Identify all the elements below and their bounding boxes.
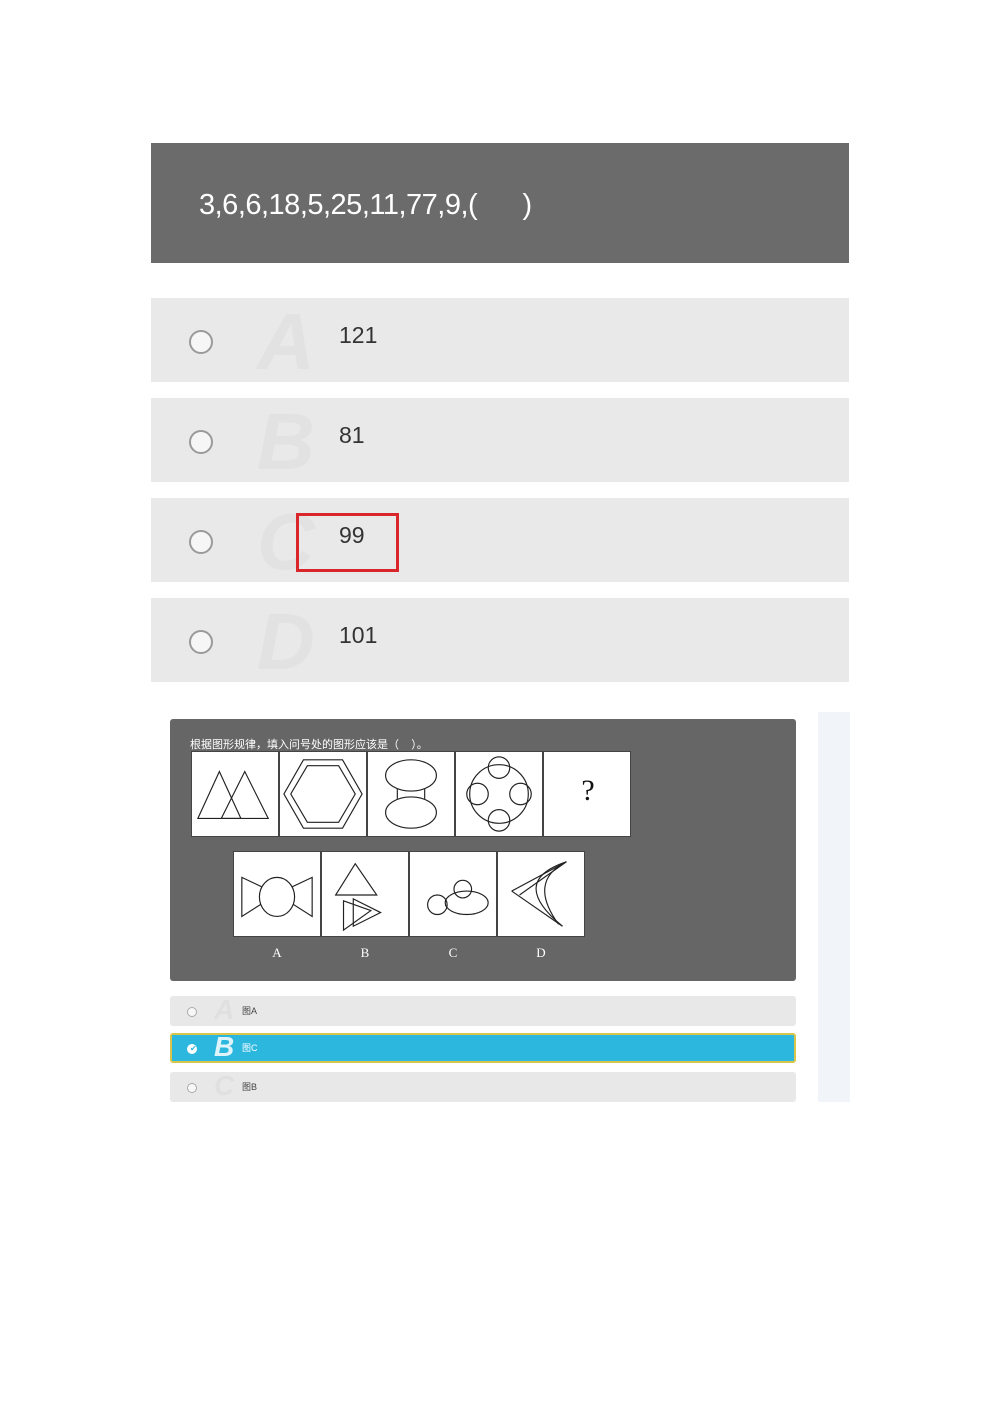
circles-ellipse-icon [409,851,497,937]
option-letter: B [257,397,315,486]
triangles-stack-icon [321,851,409,937]
bowtie-circle-icon [233,851,321,937]
answer-label: A [272,945,282,960]
radio-button-checked[interactable]: ✔ [187,1044,197,1054]
check-icon: ✔ [190,1044,197,1053]
option-c[interactable]: C 图B [170,1070,796,1102]
option-letter: C [214,1070,235,1101]
option-letter: A [214,994,235,1025]
option-d[interactable]: D 101 [151,597,849,686]
radio-button[interactable] [189,330,213,354]
two-overlapping-triangles-icon [191,751,279,837]
option-text: 图B [242,1082,258,1092]
answer-label: C [448,945,458,960]
question-mark-cell: ? [543,751,631,837]
side-strip [818,712,850,1102]
option-b-selected[interactable]: ✔ B 图C [170,1031,796,1063]
radio-button[interactable] [189,630,213,654]
circle-with-four-circles-icon [455,751,543,837]
option-letter: D [257,597,315,686]
option-text: 图A [242,1006,258,1016]
radio-button[interactable] [189,530,213,554]
answer-highlight-box [296,513,399,572]
option-letter: B [214,1031,235,1062]
answer-label: B [360,945,370,960]
option-c[interactable]: C 99 [151,498,849,584]
option-a[interactable]: A 图A [170,994,796,1026]
option-text: 图C [242,1043,258,1053]
radio-button[interactable] [187,1083,197,1093]
answer-label: D [536,945,546,960]
hexagon-in-hexagon-icon [279,751,367,837]
two-ellipses-icon [367,751,455,837]
option-value: 101 [339,622,378,648]
option-a[interactable]: A 121 [151,297,849,386]
question-mark: ? [581,774,595,807]
question-header: 3,6,6,18,5,25,11,77,9,( ) [151,143,849,263]
option-b[interactable]: B 81 [151,397,849,486]
option-value: 81 [339,422,365,448]
question-text: 根据图形规律，填入问号处的图形应该是（ ）。 [190,739,428,751]
option-letter: A [257,297,315,386]
question-text: 3,6,6,18,5,25,11,77,9,( ) [199,189,532,221]
radio-button[interactable] [189,430,213,454]
option-value: 121 [339,322,378,348]
crescent-lines-icon [497,851,585,937]
radio-button[interactable] [187,1007,197,1017]
figure-question-panel: 根据图形规律，填入问号处的图形应该是（ ）。 ? A B C D [170,719,796,981]
